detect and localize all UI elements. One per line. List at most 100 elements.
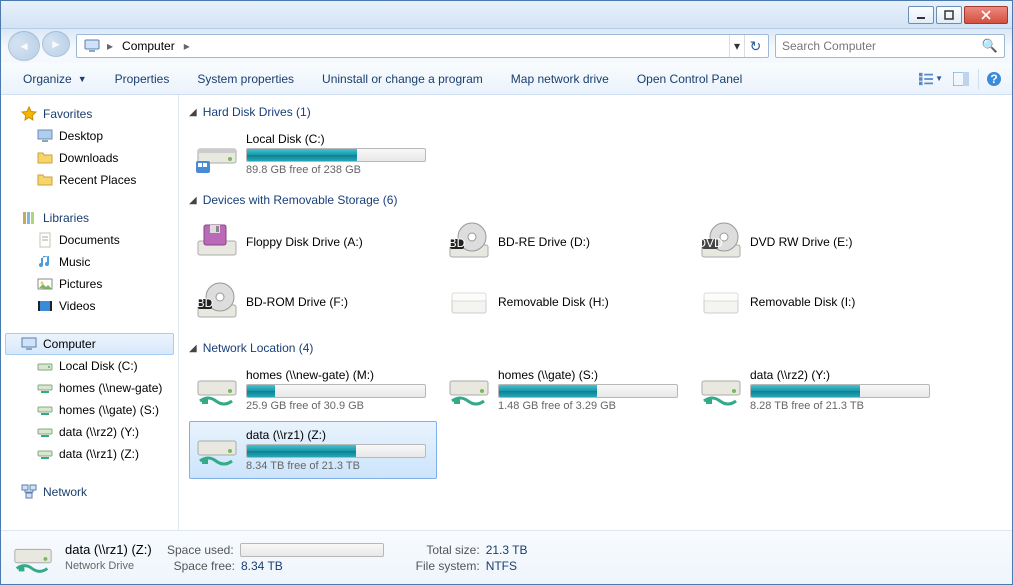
address-bar-row: ◄ ► ▸ Computer ▸ ▾ ↻ Search Computer 🔍 xyxy=(1,29,1012,63)
capacity-bar xyxy=(246,384,426,398)
close-button[interactable] xyxy=(964,6,1008,24)
breadcrumb-computer[interactable]: Computer xyxy=(115,35,182,57)
drive-bdrom-f[interactable]: BD BD-ROM Drive (F:) xyxy=(189,273,437,331)
nav-pane: Favorites Desktop Downloads Recent Place… xyxy=(1,95,179,530)
uninstall-program-button[interactable]: Uninstall or change a program xyxy=(308,64,497,94)
disc-icon: BD xyxy=(194,279,240,325)
network-drive-icon xyxy=(11,536,55,580)
content-area: Favorites Desktop Downloads Recent Place… xyxy=(1,95,1012,530)
picture-icon xyxy=(37,276,53,292)
details-pane: data (\\rz1) (Z:) Space used: Network Dr… xyxy=(1,530,1012,584)
drive-name: data (\\rz2) (Y:) xyxy=(750,368,936,382)
view-options-button[interactable]: ▼ xyxy=(918,68,944,90)
section-header-hdd[interactable]: ◢Hard Disk Drives (1) xyxy=(189,103,1002,121)
collapse-icon: ◢ xyxy=(189,107,197,118)
help-button[interactable]: ? xyxy=(978,68,1004,90)
sidebar-item-homes-gate[interactable]: homes (\\gate) (S:) xyxy=(1,399,178,421)
drive-removable-i[interactable]: Removable Disk (I:) xyxy=(693,273,941,331)
system-properties-button[interactable]: System properties xyxy=(183,64,308,94)
sidebar-item-data-rz1[interactable]: data (\\rz1) (Z:) xyxy=(1,443,178,465)
open-control-panel-button[interactable]: Open Control Panel xyxy=(623,64,756,94)
chevron-right-icon: ▸ xyxy=(105,39,115,53)
sidebar-item-recent[interactable]: Recent Places xyxy=(1,169,178,191)
computer-header[interactable]: Computer xyxy=(5,333,174,355)
explorer-window: ◄ ► ▸ Computer ▸ ▾ ↻ Search Computer 🔍 O… xyxy=(0,0,1013,585)
network-drive-icon xyxy=(194,367,240,413)
drive-name: Removable Disk (I:) xyxy=(750,295,936,309)
network-drive-icon xyxy=(37,380,53,396)
sidebar-item-pictures[interactable]: Pictures xyxy=(1,273,178,295)
details-used-label: Space used: xyxy=(158,543,234,557)
drive-dvdrw-e[interactable]: DVD DVD RW Drive (E:) xyxy=(693,213,941,271)
map-network-drive-button[interactable]: Map network drive xyxy=(497,64,623,94)
capacity-text: 25.9 GB free of 30.9 GB xyxy=(246,400,432,412)
folder-icon xyxy=(37,150,53,166)
sidebar-item-videos[interactable]: Videos xyxy=(1,295,178,317)
organize-menu[interactable]: Organize▼ xyxy=(9,64,101,94)
drive-floppy-a[interactable]: Floppy Disk Drive (A:) xyxy=(189,213,437,271)
properties-button[interactable]: Properties xyxy=(101,64,184,94)
drive-local-c[interactable]: Local Disk (C:) 89.8 GB free of 238 GB xyxy=(189,125,437,183)
drive-bdre-d[interactable]: BD BD-RE Drive (D:) xyxy=(441,213,689,271)
desktop-icon xyxy=(37,128,53,144)
disc-icon: DVD xyxy=(698,219,744,265)
minimize-button[interactable] xyxy=(908,6,934,24)
capacity-text: 1.48 GB free of 3.29 GB xyxy=(498,400,684,412)
breadcrumb-bar[interactable]: ▸ Computer ▸ ▾ ↻ xyxy=(76,34,769,58)
video-icon xyxy=(37,298,53,314)
section-removable: ◢Devices with Removable Storage (6) Flop… xyxy=(189,191,1002,331)
maximize-button[interactable] xyxy=(936,6,962,24)
sidebar-item-homes-newgate[interactable]: homes (\\new-gate) xyxy=(1,377,178,399)
back-button[interactable]: ◄ xyxy=(8,31,40,61)
network-drive-icon xyxy=(698,367,744,413)
section-header-network[interactable]: ◢Network Location (4) xyxy=(189,339,1002,357)
sidebar-item-documents[interactable]: Documents xyxy=(1,229,178,251)
folder-icon xyxy=(37,172,53,188)
drive-icon xyxy=(37,358,53,374)
breadcrumb-dropdown[interactable]: ▾ xyxy=(729,35,744,57)
capacity-bar xyxy=(246,444,426,458)
hdd-icon xyxy=(194,131,240,177)
details-total-val: 21.3 TB xyxy=(486,543,528,557)
network-icon xyxy=(21,484,37,500)
sidebar-item-downloads[interactable]: Downloads xyxy=(1,147,178,169)
sidebar-item-local-disk-c[interactable]: Local Disk (C:) xyxy=(1,355,178,377)
titlebar xyxy=(1,1,1012,29)
drive-name: homes (\\gate) (S:) xyxy=(498,368,684,382)
network-drive-icon xyxy=(446,367,492,413)
disc-icon: BD xyxy=(446,219,492,265)
svg-text:BD: BD xyxy=(449,236,466,250)
preview-pane-button[interactable] xyxy=(948,68,974,90)
sidebar-item-music[interactable]: Music xyxy=(1,251,178,273)
libraries-header[interactable]: Libraries xyxy=(1,207,178,229)
network-drive-icon xyxy=(37,424,53,440)
drive-data-rz1-z[interactable]: data (\\rz1) (Z:) 8.34 TB free of 21.3 T… xyxy=(189,421,437,479)
computer-icon xyxy=(21,336,37,352)
forward-button[interactable]: ► xyxy=(42,31,70,57)
svg-text:BD: BD xyxy=(197,296,214,310)
capacity-bar xyxy=(750,384,930,398)
star-icon xyxy=(21,106,37,122)
section-header-removable[interactable]: ◢Devices with Removable Storage (6) xyxy=(189,191,1002,209)
chevron-right-icon: ▸ xyxy=(182,39,192,53)
drive-name: BD-ROM Drive (F:) xyxy=(246,295,432,309)
details-type: Network Drive xyxy=(65,560,159,572)
favorites-header[interactable]: Favorites xyxy=(1,103,178,125)
search-input[interactable]: Search Computer 🔍 xyxy=(775,34,1005,58)
command-bar: Organize▼ Properties System properties U… xyxy=(1,63,1012,95)
sidebar-item-desktop[interactable]: Desktop xyxy=(1,125,178,147)
drive-name: Floppy Disk Drive (A:) xyxy=(246,235,432,249)
details-fs-val: NTFS xyxy=(486,559,517,573)
computer-icon xyxy=(83,38,101,54)
drive-data-rz2-y[interactable]: data (\\rz2) (Y:) 8.28 TB free of 21.3 T… xyxy=(693,361,941,419)
capacity-text: 8.34 TB free of 21.3 TB xyxy=(246,460,432,472)
drive-name: Local Disk (C:) xyxy=(246,132,432,146)
drive-removable-h[interactable]: Removable Disk (H:) xyxy=(441,273,689,331)
network-header[interactable]: Network xyxy=(1,481,178,503)
refresh-button[interactable]: ↻ xyxy=(744,35,766,57)
drive-name: Removable Disk (H:) xyxy=(498,295,684,309)
music-icon xyxy=(37,254,53,270)
drive-homes-gate-s[interactable]: homes (\\gate) (S:) 1.48 GB free of 3.29… xyxy=(441,361,689,419)
drive-homes-newgate-m[interactable]: homes (\\new-gate) (M:) 25.9 GB free of … xyxy=(189,361,437,419)
sidebar-item-data-rz2[interactable]: data (\\rz2) (Y:) xyxy=(1,421,178,443)
